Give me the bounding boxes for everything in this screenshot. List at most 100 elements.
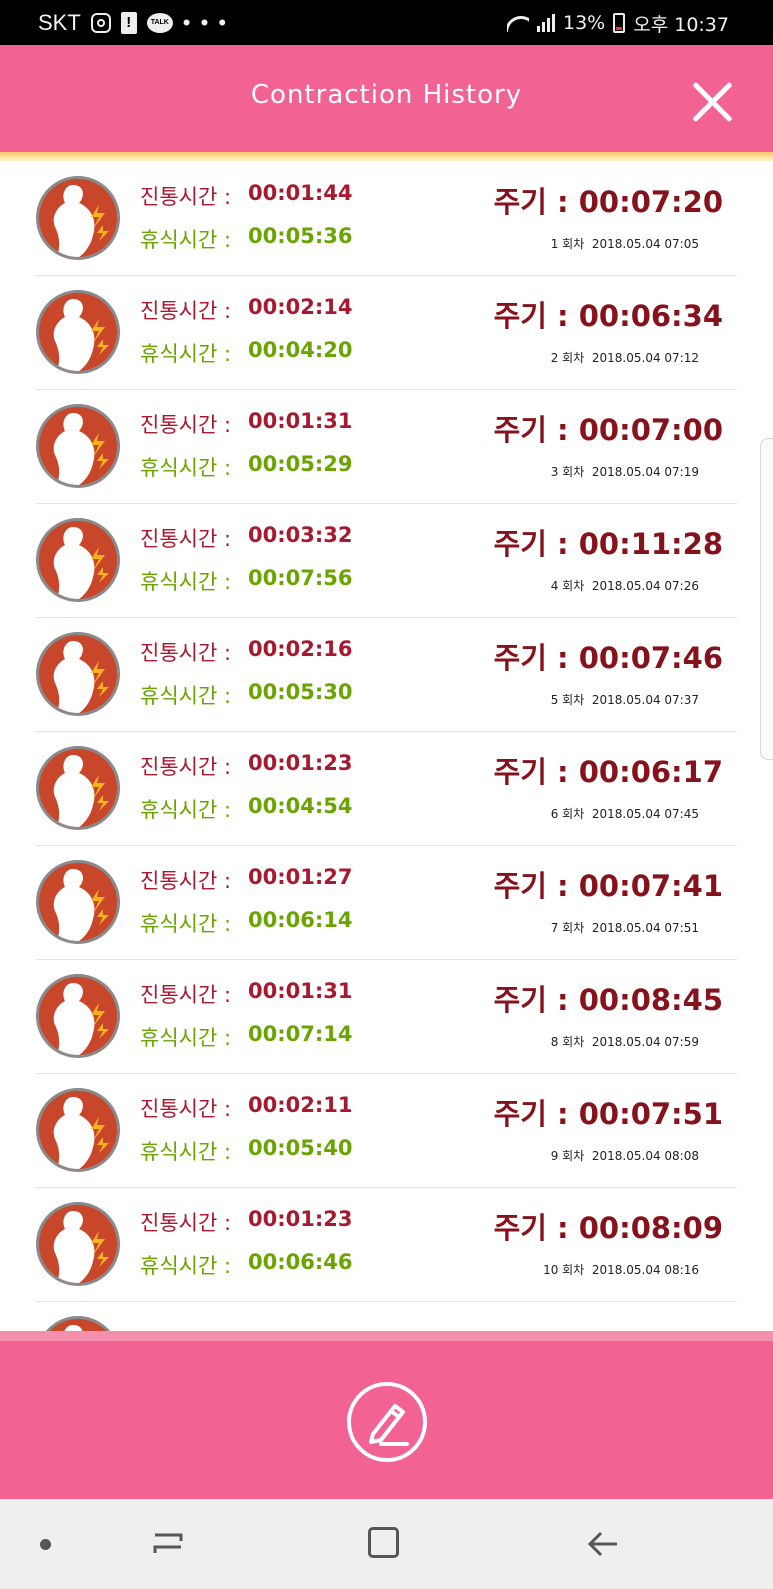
- cycle-value: 00:08:45: [578, 983, 723, 1017]
- cycle-value: 00:07:41: [578, 869, 723, 903]
- contraction-avatar-icon: [36, 746, 120, 830]
- record-count: 10 회차: [543, 1263, 585, 1277]
- list-item[interactable]: 진통시간 : 00:01:31 휴식시간 : 00:07:14 주기 : 00:08:4…: [36, 959, 737, 1074]
- rest-time-label: 휴식시간 :: [140, 1140, 232, 1164]
- more-dots-icon: • • •: [182, 10, 229, 35]
- status-right: 13% 오후 10:37: [507, 9, 729, 37]
- rest-time-label: 휴식시간 :: [140, 228, 232, 252]
- cycle-label: 주기 :: [493, 413, 579, 447]
- contraction-time-label: 진통시간 :: [140, 1211, 232, 1235]
- cycle-time: 주기 : 00:06:34: [494, 293, 723, 335]
- recent-apps-icon[interactable]: [151, 1529, 185, 1559]
- cycle-time: 주기 : 00:07:00: [494, 407, 723, 449]
- contraction-time-label: 진통시간 :: [140, 755, 232, 779]
- cycle-value: 00:11:28: [578, 527, 723, 561]
- rest-time-value: 00:04:20: [248, 338, 353, 362]
- cycle-label: 주기 :: [493, 983, 579, 1017]
- list-item[interactable]: 진통시간 : 00:02:16 휴식시간 : 00:05:30 주기 : 00:07:4…: [36, 617, 737, 732]
- list-item[interactable]: 진통시간 : 00:01:44 휴식시간 : 00:05:36 주기 : 00:07:2…: [36, 161, 737, 276]
- rest-time-label: 휴식시간 :: [140, 570, 232, 594]
- rest-time-label: 휴식시간 :: [140, 456, 232, 480]
- record-datetime: 2018.05.04 08:16: [591, 1263, 699, 1277]
- contraction-avatar-icon: [36, 1088, 120, 1172]
- rest-time-value: 00:04:54: [248, 794, 353, 818]
- list-item[interactable]: 진통시간 : 00:01:23 휴식시간 : 00:06:46 주기 : 00:08:0…: [36, 1187, 737, 1302]
- record-count: 4 회차: [550, 579, 585, 593]
- contraction-time-value: 00:01:23: [248, 1207, 353, 1231]
- contraction-time-value: 00:01:31: [248, 409, 353, 433]
- rest-time-value: 00:05:40: [248, 1136, 353, 1160]
- nav-dot-icon[interactable]: [40, 1539, 51, 1550]
- cycle-time: 주기 : 00:07:41: [494, 863, 723, 905]
- record-count: 8 회차: [550, 1035, 585, 1049]
- contraction-avatar-icon: [36, 1202, 120, 1286]
- record-meta: 6 회차 2018.05.04 07:45: [551, 805, 699, 822]
- list-item[interactable]: 진통시간 : 00:03:32 휴식시간 : 00:07:56 주기 : 00:11:2…: [36, 503, 737, 618]
- rest-time-label: 휴식시간 :: [140, 1254, 232, 1278]
- instagram-icon: [90, 13, 111, 33]
- rest-time-value: 00:07:14: [248, 1022, 353, 1046]
- record-datetime: 2018.05.04 07:26: [591, 579, 699, 593]
- contraction-time-label: 진통시간 :: [140, 983, 232, 1007]
- cycle-value: 00:07:20: [578, 185, 723, 219]
- battery-percent: 13%: [563, 12, 606, 34]
- carrier-label: SKT: [38, 10, 81, 35]
- cycle-time: 주기 : 00:06:17: [494, 749, 723, 791]
- cycle-label: 주기 :: [493, 527, 579, 561]
- cycle-value: 00:07:51: [578, 1097, 723, 1131]
- back-icon[interactable]: [585, 1527, 619, 1561]
- contraction-time-value: 00:01:23: [248, 751, 353, 775]
- rest-time-value: 00:05:30: [248, 680, 353, 704]
- list-item[interactable]: 진통시간 : 00:01:27 휴식시간 : 00:06:14 주기 : 00:07:4…: [36, 845, 737, 960]
- contraction-time-value: 00:02:14: [248, 295, 353, 319]
- clock: 오후 10:37: [633, 13, 729, 36]
- cycle-time: 주기 : 00:11:28: [494, 521, 723, 563]
- cycle-value: 00:06:17: [578, 755, 723, 789]
- rest-time-value: 00:07:56: [248, 566, 353, 590]
- list-item[interactable]: 진통시간 : 00:01:31 휴식시간 : 00:05:29 주기 : 00:07:0…: [36, 389, 737, 504]
- record-meta: 4 회차 2018.05.04 07:26: [551, 577, 699, 594]
- record-datetime: 2018.05.04 07:12: [591, 351, 699, 365]
- system-nav-bar: [0, 1499, 773, 1589]
- cycle-time: 주기 : 00:07:46: [494, 635, 723, 677]
- history-list[interactable]: 진통시간 : 00:01:44 휴식시간 : 00:05:36 주기 : 00:07:2…: [0, 161, 773, 1341]
- record-count: 6 회차: [550, 807, 585, 821]
- contraction-avatar-icon: [36, 974, 120, 1058]
- wifi-icon: [507, 14, 529, 32]
- cycle-time: 주기 : 00:07:20: [494, 179, 723, 221]
- cycle-time: 주기 : 00:08:09: [494, 1205, 723, 1247]
- record-datetime: 2018.05.04 07:19: [591, 465, 699, 479]
- list-item[interactable]: 진통시간 : 00:02:14 휴식시간 : 00:04:20 주기 : 00:06:3…: [36, 275, 737, 390]
- list-item[interactable]: 진통시간 : 00:01:23 휴식시간 : 00:04:54 주기 : 00:06:1…: [36, 731, 737, 846]
- contraction-time-label: 진통시간 :: [140, 413, 232, 437]
- list-item[interactable]: 진통시간 : 00:02:11 휴식시간 : 00:05:40 주기 : 00:07:5…: [36, 1073, 737, 1188]
- cycle-value: 00:06:34: [578, 299, 723, 333]
- record-meta: 5 회차 2018.05.04 07:37: [551, 691, 699, 708]
- close-icon[interactable]: [690, 80, 734, 124]
- rest-time-label: 휴식시간 :: [140, 342, 232, 366]
- rest-time-label: 휴식시간 :: [140, 684, 232, 708]
- edit-button[interactable]: [347, 1382, 427, 1462]
- record-datetime: 2018.05.04 08:08: [591, 1149, 699, 1163]
- cycle-label: 주기 :: [493, 1211, 579, 1245]
- scroll-handle[interactable]: [760, 438, 773, 760]
- cycle-time: 주기 : 00:07:51: [494, 1091, 723, 1133]
- cycle-label: 주기 :: [493, 299, 579, 333]
- cycle-time: 주기 : 00:08:45: [494, 977, 723, 1019]
- rest-time-value: 00:06:46: [248, 1250, 353, 1274]
- contraction-time-label: 진통시간 :: [140, 185, 232, 209]
- record-datetime: 2018.05.04 07:05: [591, 237, 699, 251]
- battery-icon: [613, 13, 626, 33]
- contraction-time-value: 00:02:11: [248, 1093, 353, 1117]
- rest-time-label: 휴식시간 :: [140, 1026, 232, 1050]
- status-left: SKT ! TALK • • •: [38, 9, 228, 37]
- record-meta: 10 회차 2018.05.04 08:16: [543, 1261, 699, 1278]
- cycle-label: 주기 :: [493, 1097, 579, 1131]
- home-icon[interactable]: [368, 1527, 399, 1558]
- record-datetime: 2018.05.04 07:45: [591, 807, 699, 821]
- header-stripe: [0, 152, 773, 161]
- contraction-time-value: 00:01:31: [248, 979, 353, 1003]
- record-meta: 9 회차 2018.05.04 08:08: [551, 1147, 699, 1164]
- contraction-avatar-icon: [36, 518, 120, 602]
- record-meta: 7 회차 2018.05.04 07:51: [551, 919, 699, 936]
